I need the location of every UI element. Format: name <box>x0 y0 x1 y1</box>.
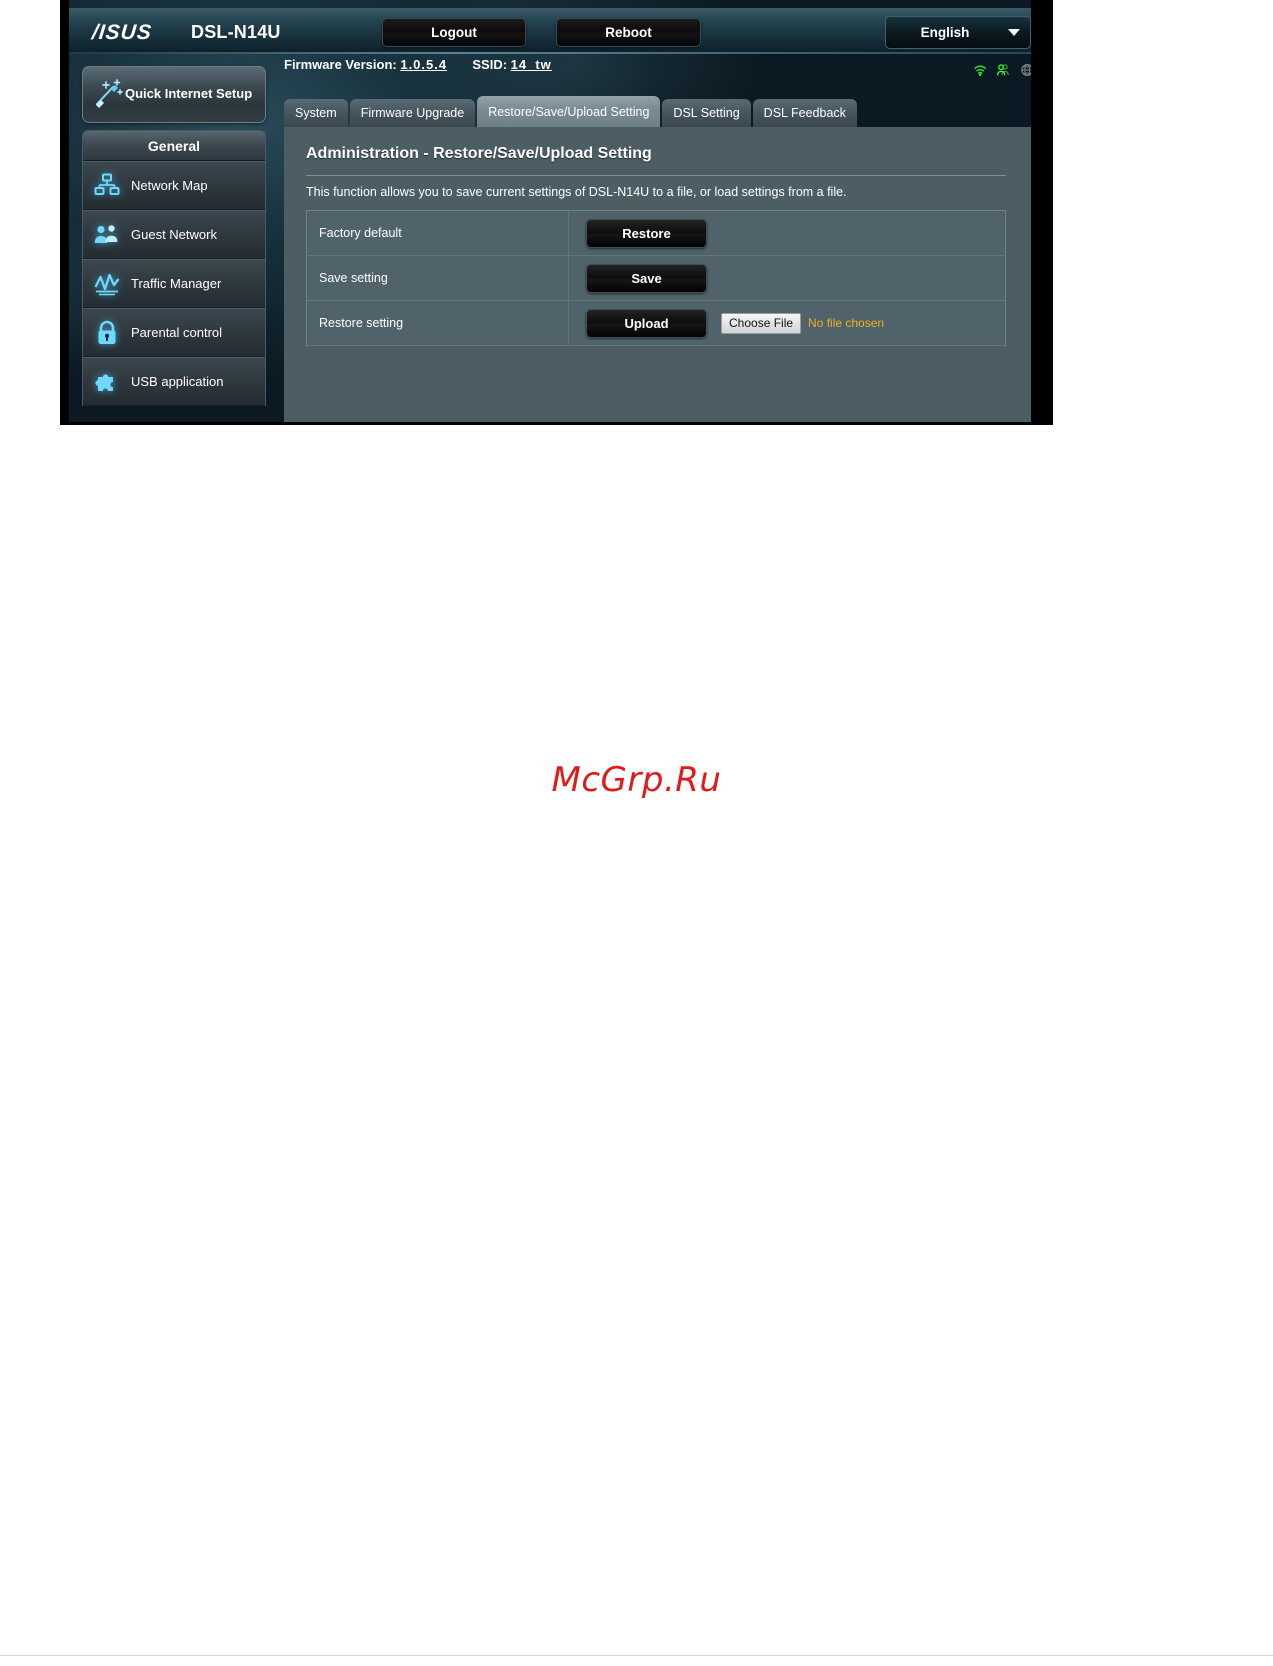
sidebar-nav: General Network Map Guest Network Traffi… <box>82 130 266 406</box>
page-root: /ISUS DSL-N14U Logout Reboot English Fir… <box>0 0 1273 1666</box>
tab-dsl-feedback[interactable]: DSL Feedback <box>752 99 857 127</box>
main-content: System Firmware Upgrade Restore/Save/Upl… <box>284 96 1031 422</box>
content-panel: Administration - Restore/Save/Upload Set… <box>284 127 1031 422</box>
parental-control-lock-icon <box>93 319 121 347</box>
usb-application-puzzle-icon <box>93 368 121 396</box>
row-label-save-setting: Save setting <box>307 256 569 300</box>
ssid-value[interactable]: 14_tw <box>511 57 552 72</box>
save-button[interactable]: Save <box>586 263 707 293</box>
sidebar-item-label: Guest Network <box>131 227 217 242</box>
left-gutter <box>60 0 69 425</box>
row-controls: Save <box>569 256 1005 300</box>
reboot-button[interactable]: Reboot <box>556 18 701 47</box>
restore-button[interactable]: Restore <box>586 218 707 248</box>
chevron-down-icon <box>1008 29 1020 36</box>
sidebar-item-label: Network Map <box>131 178 208 193</box>
tab-firmware-upgrade[interactable]: Firmware Upgrade <box>349 99 476 127</box>
tab-restore-save-upload-setting[interactable]: Restore/Save/Upload Setting <box>477 96 661 127</box>
row-label-restore-setting: Restore setting <box>307 301 569 345</box>
file-status-text: No file chosen <box>808 316 885 330</box>
top-header-bar: /ISUS DSL-N14U Logout Reboot English <box>69 8 1031 54</box>
sidebar-item-traffic-manager[interactable]: Traffic Manager <box>83 259 265 308</box>
file-input[interactable]: Choose File No file chosen <box>721 312 885 334</box>
language-select-value: English <box>920 25 970 40</box>
clients-status-icon[interactable] <box>996 61 1010 79</box>
row-controls: Restore <box>569 211 1005 255</box>
bottom-gutter <box>60 422 1053 425</box>
row-controls: Upload Choose File No file chosen <box>569 301 1005 345</box>
page-bottom-rule <box>0 1655 1273 1656</box>
panel-footer <box>284 380 1031 422</box>
sidebar-item-label: USB application <box>131 374 224 389</box>
table-row: Factory default Restore <box>307 211 1005 256</box>
logout-button[interactable]: Logout <box>382 18 526 47</box>
sidebar-item-label: Parental control <box>131 325 223 340</box>
wifi-status-icon[interactable] <box>973 61 987 79</box>
network-map-icon <box>93 172 121 200</box>
traffic-manager-icon <box>93 270 121 298</box>
sidebar-item-label: Traffic Manager <box>131 276 222 291</box>
upload-button[interactable]: Upload <box>586 308 707 338</box>
page-title: Administration - Restore/Save/Upload Set… <box>306 145 652 162</box>
title-divider <box>306 175 1006 176</box>
tab-system[interactable]: System <box>284 99 348 127</box>
table-row: Restore setting Upload Choose File No fi… <box>307 301 1005 346</box>
router-model-name: DSL-N14U <box>191 22 281 42</box>
watermark-mcgrp: McGrp.Ru <box>551 760 722 800</box>
page-description: This function allows you to save current… <box>306 185 847 199</box>
language-select[interactable]: English <box>885 16 1031 49</box>
tab-bar: System Firmware Upgrade Restore/Save/Upl… <box>284 96 1031 127</box>
firmware-version-value[interactable]: 1.0.5.4 <box>400 57 447 72</box>
table-row: Save setting Save <box>307 256 1005 301</box>
ssid-label: SSID: <box>472 57 508 72</box>
magic-wand-icon <box>96 79 123 108</box>
guest-network-icon <box>93 221 121 249</box>
choose-file-button[interactable]: Choose File <box>721 312 802 334</box>
content-panel-inner: Administration - Restore/Save/Upload Set… <box>284 127 1031 422</box>
asus-logo: /ISUS <box>90 21 154 44</box>
sidebar-item-usb-application[interactable]: USB application <box>83 357 265 406</box>
quick-internet-setup-button[interactable]: Quick Internet Setup <box>82 66 266 123</box>
sidebar-item-network-map[interactable]: Network Map <box>83 161 265 210</box>
settings-table: Factory default Restore Save setting Sav… <box>306 210 1006 346</box>
right-gutter <box>1031 0 1053 425</box>
quick-internet-setup-label: Quick Internet Setup <box>125 86 253 101</box>
sidebar-item-guest-network[interactable]: Guest Network <box>83 210 265 259</box>
firmware-version-label: Firmware Version: <box>284 57 397 72</box>
sidebar-item-parental-control[interactable]: Parental control <box>83 308 265 357</box>
row-label-factory-default: Factory default <box>307 211 569 255</box>
sidebar-section-general: General <box>83 131 265 161</box>
router-admin-screenshot: /ISUS DSL-N14U Logout Reboot English Fir… <box>60 0 1053 425</box>
tab-dsl-setting[interactable]: DSL Setting <box>662 99 751 127</box>
firmware-ssid-info: Firmware Version: 1.0.5.4 SSID: 14_tw <box>284 57 552 72</box>
